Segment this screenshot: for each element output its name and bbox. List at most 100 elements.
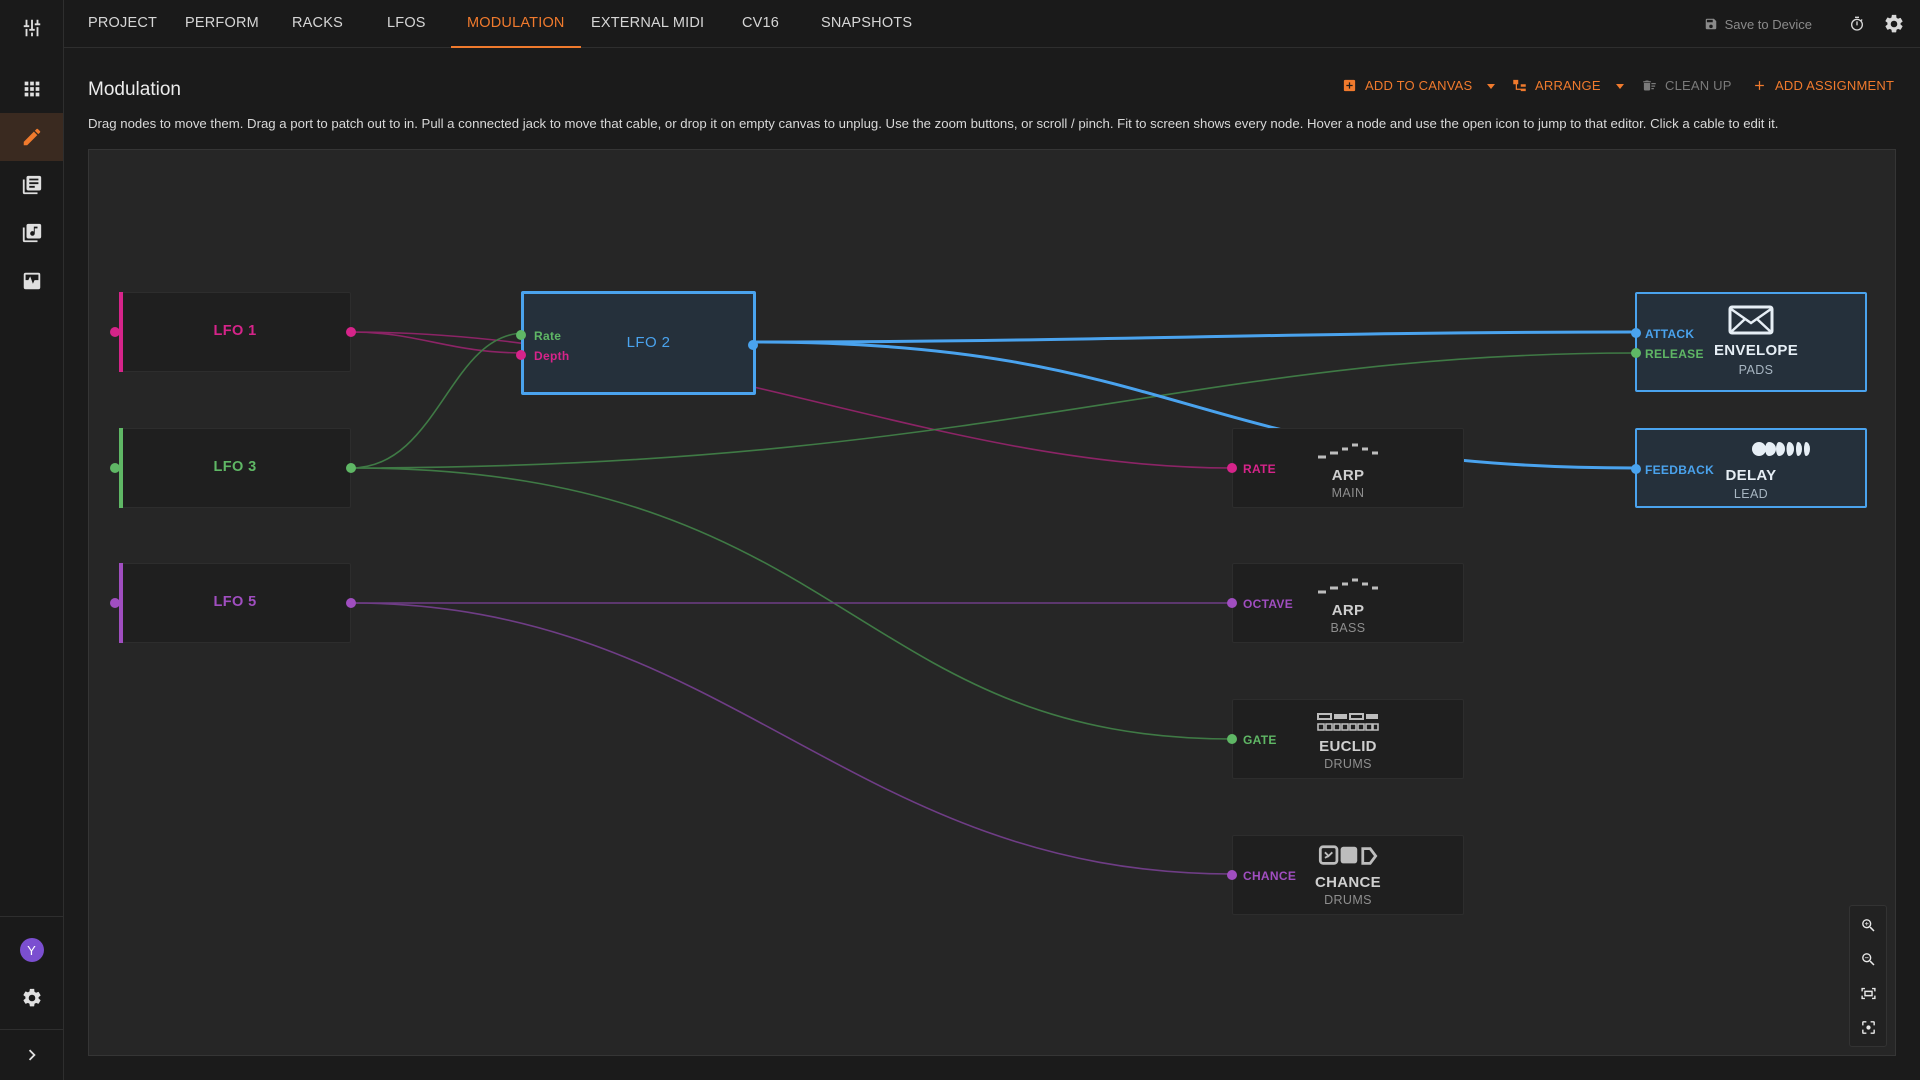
delay-icon	[1752, 442, 1810, 456]
zoom-out-icon[interactable]	[1850, 942, 1886, 976]
plus-icon	[1755, 81, 1764, 90]
side-rail: Y	[0, 0, 64, 1080]
add-assignment-label: ADD ASSIGNMENT	[1775, 78, 1895, 93]
euclid-subtitle: DRUMS	[1324, 757, 1372, 771]
lfo-label: LFO 3	[213, 459, 257, 475]
grid-icon[interactable]	[0, 65, 63, 113]
arp-subtitle: MAIN	[1331, 486, 1365, 500]
save-icon	[1705, 18, 1716, 30]
output-port[interactable]	[346, 598, 356, 608]
save-to-device-button[interactable]: Save to Device	[1704, 0, 1812, 48]
lfo-label: LFO 5	[213, 594, 257, 610]
arrange-icon	[1513, 79, 1526, 92]
monitor-icon[interactable]	[0, 257, 63, 305]
lfo-1-node[interactable]: LFO 1	[110, 292, 356, 372]
save-label: Save to Device	[1724, 16, 1812, 32]
clean-up-icon	[1643, 80, 1656, 91]
cable-lfo1-arp-main-rate[interactable]	[350, 331, 1233, 469]
cable-lfo2-envelope-attack[interactable]	[754, 330, 1636, 344]
settings-gear-icon[interactable]	[1882, 12, 1906, 36]
euclid-icon	[1317, 713, 1379, 731]
mixer-icon[interactable]	[0, 4, 63, 52]
tab-project[interactable]: PROJECT	[72, 0, 173, 48]
modulation-canvas[interactable]: LFO 1 LFO 3 LFO 5 Rate Depth LFO 2 ATTAC…	[88, 149, 1896, 1056]
depth-input-port[interactable]	[516, 350, 526, 360]
tab-cv16[interactable]: CV16	[726, 0, 795, 48]
attack-input-port[interactable]	[1631, 328, 1641, 338]
arrange-button[interactable]: ARRANGE	[1512, 78, 1625, 93]
chance-icon	[1318, 845, 1378, 865]
zoom-in-icon[interactable]	[1850, 908, 1886, 942]
arp-subtitle: BASS	[1330, 621, 1366, 635]
top-nav: PROJECT PERFORM RACKS LFOS MODULATION EX…	[64, 0, 1920, 48]
pencil-icon[interactable]	[0, 113, 63, 161]
chance-subtitle: DRUMS	[1324, 893, 1372, 907]
attack-input-label: ATTACK	[1645, 327, 1695, 341]
rail-divider	[0, 916, 63, 917]
delay-title: DELAY	[1725, 467, 1777, 484]
input-port[interactable]	[110, 463, 120, 473]
timer-icon[interactable]	[1845, 12, 1869, 36]
envelope-pads-node[interactable]: ATTACK RELEASE ENVELOPE PADS	[1631, 292, 1867, 392]
lfo-label: LFO 1	[213, 323, 257, 339]
arp-title: ARP	[1331, 602, 1365, 619]
output-port[interactable]	[748, 340, 758, 350]
euclid-drums-node[interactable]: GATE EUCLID DRUMS	[1227, 699, 1464, 779]
settings-icon[interactable]	[0, 974, 63, 1022]
center-focus-icon[interactable]	[1850, 1010, 1886, 1044]
arrange-label: ARRANGE	[1535, 78, 1601, 93]
chevron-right-icon[interactable]	[0, 1031, 63, 1079]
add-box-icon	[1343, 79, 1356, 92]
envelope-icon	[1728, 305, 1774, 335]
arp-bass-node[interactable]: OCTAVE ARP BASS	[1227, 563, 1464, 643]
page-title: Modulation	[88, 79, 181, 100]
delay-subtitle: LEAD	[1733, 487, 1769, 501]
music-library-icon[interactable]	[0, 209, 63, 257]
rate-input-port[interactable]	[516, 330, 526, 340]
euclid-title: EUCLID	[1319, 738, 1377, 755]
arp-icon	[1318, 443, 1378, 459]
lfo-3-node[interactable]: LFO 3	[110, 428, 356, 508]
envelope-title: ENVELOPE	[1713, 342, 1799, 359]
help-text: Drag nodes to move them. Drag a port to …	[88, 116, 1779, 131]
chance-title: CHANCE	[1315, 874, 1381, 891]
add-to-canvas-label: ADD TO CANVAS	[1365, 78, 1473, 93]
release-input-port[interactable]	[1631, 348, 1641, 358]
arp-main-node[interactable]: RATE ARP MAIN	[1227, 428, 1464, 508]
lfo-label: LFO 2	[626, 334, 671, 351]
avatar: Y	[19, 938, 44, 962]
tab-modulation[interactable]: MODULATION	[451, 0, 581, 48]
tab-snapshots[interactable]: SNAPSHOTS	[805, 0, 928, 48]
chance-drums-node[interactable]: CHANCE CHANCE DRUMS	[1227, 835, 1464, 915]
rail-divider	[0, 1029, 63, 1030]
cable-layer	[350, 330, 1636, 875]
lfo-5-node[interactable]: LFO 5	[110, 563, 356, 643]
arp-icon	[1318, 578, 1378, 594]
tab-racks[interactable]: RACKS	[276, 0, 359, 48]
add-assignment-button[interactable]: ADD ASSIGNMENT	[1752, 78, 1894, 93]
delay-lead-node[interactable]: FEEDBACK DELAY LEAD	[1631, 428, 1867, 508]
output-port[interactable]	[346, 327, 356, 337]
add-to-canvas-button[interactable]: ADD TO CANVAS	[1342, 78, 1496, 93]
input-port[interactable]	[110, 598, 120, 608]
depth-input-label: Depth	[534, 349, 570, 363]
caret-down-icon	[1487, 83, 1496, 89]
cable-lfo2-delay-feedback[interactable]	[754, 340, 1636, 470]
user-avatar[interactable]: Y	[0, 926, 63, 974]
tab-external-midi[interactable]: EXTERNAL MIDI	[575, 0, 720, 48]
envelope-subtitle: PADS	[1738, 363, 1774, 377]
fit-screen-icon[interactable]	[1850, 976, 1886, 1010]
cable-lfo5-chance[interactable]	[350, 602, 1233, 875]
zoom-controls	[1849, 905, 1887, 1047]
input-port[interactable]	[110, 327, 120, 337]
cable-lfo3-lfo2-rate[interactable]	[350, 332, 526, 469]
clean-up-label: CLEAN UP	[1665, 78, 1732, 93]
clean-up-button[interactable]: CLEAN UP	[1642, 78, 1732, 93]
arp-title: ARP	[1331, 467, 1365, 484]
library-icon[interactable]	[0, 161, 63, 209]
lfo-2-node[interactable]: Rate Depth LFO 2	[516, 291, 758, 395]
tab-perform[interactable]: PERFORM	[169, 0, 275, 48]
caret-down-icon	[1615, 83, 1624, 89]
output-port[interactable]	[346, 463, 356, 473]
tab-lfos[interactable]: LFOS	[371, 0, 442, 48]
